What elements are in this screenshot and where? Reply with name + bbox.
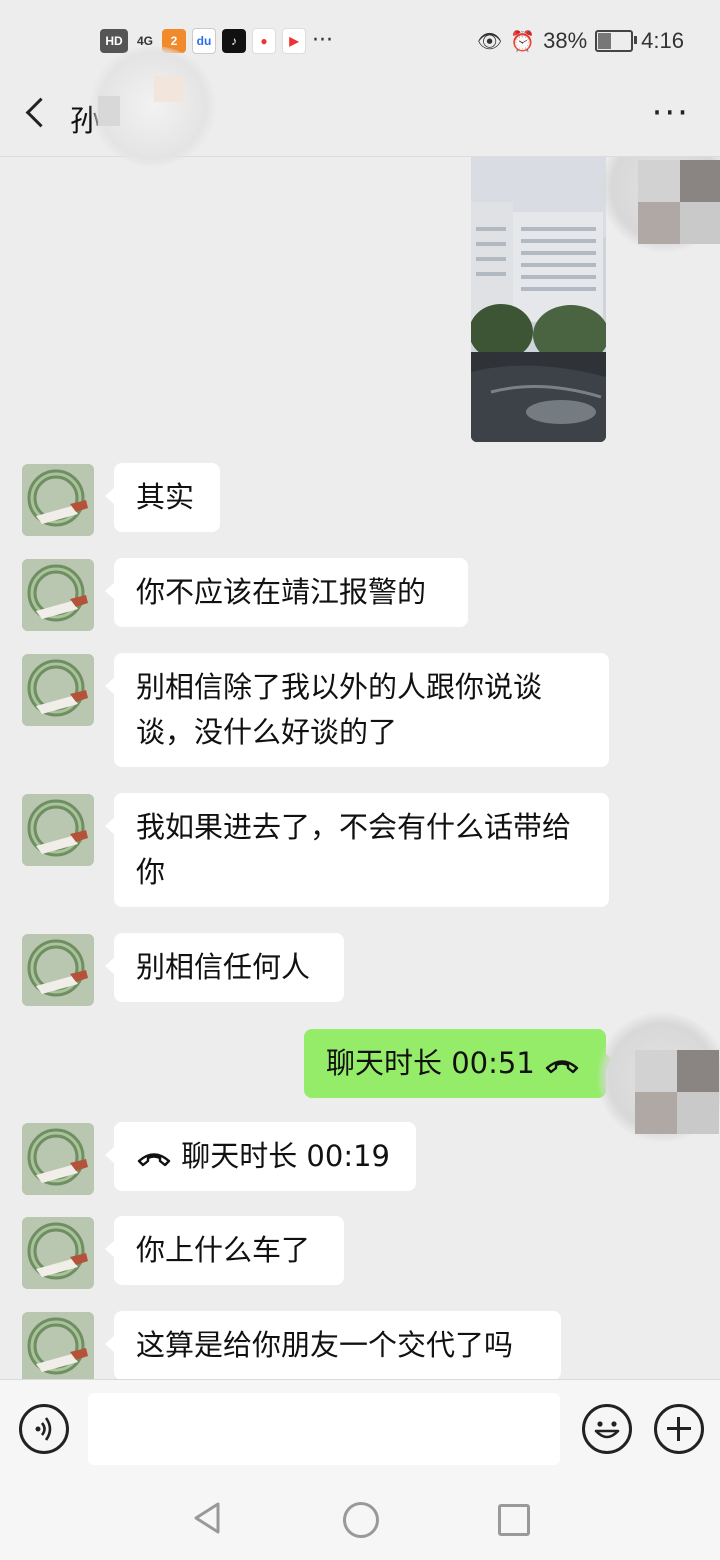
call-duration-text: 聊天时长 00:51 (326, 1046, 535, 1080)
peer-message[interactable]: 别相信任何人 (105, 933, 344, 1002)
phone-hangup-icon (545, 1060, 579, 1074)
status-right-icons: 👁 ⏰ 38% 4:16 (477, 28, 684, 54)
video-play-icon: ▶ (282, 28, 306, 54)
baidu-icon: du (192, 28, 216, 54)
clock: 4:16 (641, 28, 684, 53)
peer-message[interactable]: 其实 (105, 463, 220, 532)
chat-message-list[interactable]: 其实 你不应该在靖江报警的 别相信除了我以外的人跟你说谈谈，没什么好谈的了 我如… (0, 157, 720, 1379)
eye-icon: 👁 (476, 30, 503, 53)
nav-home-circle-icon[interactable] (343, 1502, 379, 1538)
hd-badge: HD (100, 29, 128, 53)
nav-recent-apps-square-icon[interactable] (498, 1504, 530, 1536)
peer-avatar[interactable] (22, 559, 94, 631)
peer-avatar[interactable] (22, 1217, 94, 1289)
peer-avatar[interactable] (22, 1312, 94, 1379)
system-navigation-bar (0, 1480, 720, 1560)
more-options-button[interactable]: ··· (652, 96, 690, 130)
peer-message[interactable]: 别相信除了我以外的人跟你说谈谈，没什么好谈的了 (105, 653, 609, 767)
peer-avatar[interactable] (22, 1123, 94, 1195)
alarm-icon: ⏰ (510, 30, 536, 53)
peer-avatar[interactable] (22, 654, 94, 726)
peer-avatar[interactable] (22, 464, 94, 536)
phone-hangup-icon (137, 1153, 171, 1167)
photo-hospital-building (471, 157, 606, 442)
smiley-face-icon (594, 1421, 620, 1439)
pixelated-name-blur (88, 46, 218, 166)
emoji-button[interactable] (582, 1404, 632, 1454)
message-input[interactable] (88, 1393, 560, 1465)
map-pin-icon: ● (252, 28, 276, 54)
voice-wave-icon (35, 1417, 52, 1441)
chat-header: 孙 ··· (0, 46, 720, 166)
peer-message[interactable]: 我如果进去了，不会有什么话带给你 (105, 793, 609, 907)
self-call-message[interactable]: 聊天时长 00:51 (304, 1029, 615, 1098)
back-arrow-icon[interactable] (22, 94, 52, 134)
peer-message[interactable]: 这算是给你朋友一个交代了吗 (105, 1311, 561, 1379)
more-functions-plus-button[interactable] (654, 1404, 704, 1454)
peer-avatar[interactable] (22, 794, 94, 866)
self-avatar[interactable] (597, 1012, 720, 1142)
battery-icon (595, 30, 638, 52)
peer-avatar[interactable] (22, 934, 94, 1006)
more-notifications-icon: ··· (312, 28, 333, 53)
battery-percent: 38% (543, 28, 588, 53)
tiktok-icon: ♪ (222, 29, 246, 53)
call-duration-text: 聊天时长 00:19 (181, 1139, 391, 1173)
peer-message[interactable]: 你不应该在靖江报警的 (105, 558, 468, 627)
input-bar (0, 1379, 720, 1480)
image-message[interactable] (471, 157, 606, 442)
self-avatar[interactable] (600, 157, 720, 252)
battery-fill (598, 33, 612, 49)
nav-back-triangle-icon[interactable] (190, 1500, 224, 1536)
peer-message[interactable]: 你上什么车了 (105, 1216, 344, 1285)
voice-input-button[interactable] (19, 1404, 69, 1454)
peer-call-message[interactable]: 聊天时长 00:19 (105, 1122, 416, 1191)
